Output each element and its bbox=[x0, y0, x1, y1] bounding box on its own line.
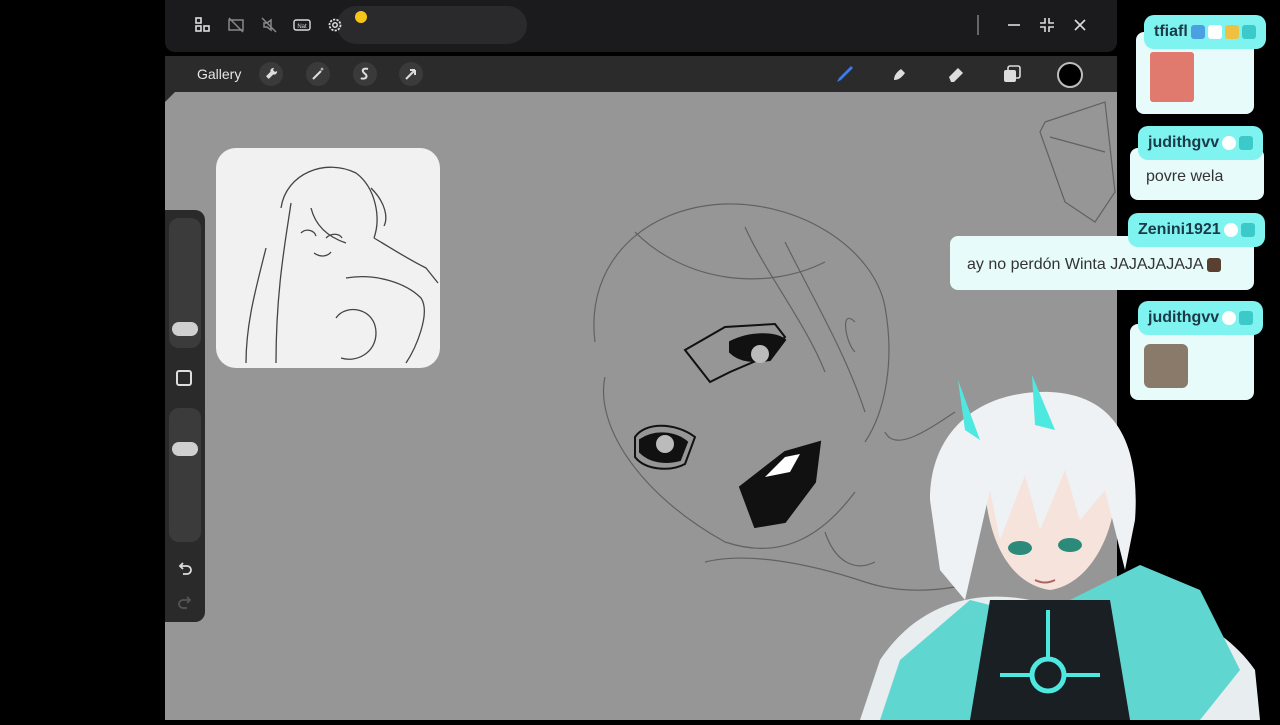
brush-size-sidebar bbox=[165, 210, 205, 622]
chat-username: Zenini1921 bbox=[1128, 213, 1265, 247]
opacity-knob[interactable] bbox=[172, 442, 198, 456]
opacity-slider[interactable] bbox=[169, 408, 201, 542]
chat-username: tfiafl bbox=[1144, 15, 1266, 49]
badge-icon bbox=[1190, 24, 1205, 39]
reference-sketch-image bbox=[245, 166, 439, 364]
mirror-window-bar: Nat bbox=[165, 0, 1117, 52]
recording-indicator bbox=[355, 11, 367, 23]
close-icon[interactable] bbox=[1070, 15, 1090, 35]
chat-text: ay no perdón Winta JAJAJAJAJA bbox=[967, 256, 1204, 273]
grid-icon[interactable] bbox=[194, 16, 212, 34]
chat-username: judithgvv bbox=[1138, 301, 1264, 335]
smudge-icon[interactable] bbox=[888, 62, 912, 86]
window-separator bbox=[977, 15, 979, 35]
badge-icon bbox=[1223, 222, 1238, 237]
chat-username: judithgvv bbox=[1138, 126, 1264, 160]
badge-icon bbox=[1241, 24, 1256, 39]
chat-username-text: Zenini1921 bbox=[1138, 221, 1221, 238]
eraser-icon[interactable] bbox=[944, 62, 968, 86]
badge-icon bbox=[1224, 24, 1239, 39]
vtuber-avatar bbox=[840, 370, 1280, 720]
svg-text:Nat: Nat bbox=[297, 24, 307, 30]
undo-icon[interactable] bbox=[174, 558, 196, 580]
chat-username-text: judithgvv bbox=[1148, 309, 1220, 326]
procreate-toolbar: Gallery bbox=[165, 56, 1117, 92]
mute-icon[interactable] bbox=[260, 16, 278, 34]
wrench-icon[interactable] bbox=[259, 62, 283, 86]
brush-size-slider[interactable] bbox=[169, 218, 201, 348]
emote-icon bbox=[1206, 257, 1221, 272]
reference-window[interactable] bbox=[216, 148, 440, 368]
gallery-button[interactable]: Gallery bbox=[197, 66, 241, 82]
screen-off-icon[interactable] bbox=[227, 16, 245, 34]
minimize-icon[interactable] bbox=[1004, 15, 1024, 35]
collapse-icon[interactable] bbox=[1037, 15, 1057, 35]
brush-icon[interactable] bbox=[833, 62, 857, 86]
redo-icon[interactable] bbox=[174, 592, 196, 614]
badge-icon bbox=[1222, 310, 1237, 325]
brush-size-knob[interactable] bbox=[172, 322, 198, 336]
chat-text: povre wela bbox=[1146, 168, 1224, 185]
nat-icon[interactable]: Nat bbox=[293, 16, 311, 34]
chat-username-text: judithgvv bbox=[1148, 134, 1220, 151]
chat-username-text: tfiafl bbox=[1154, 23, 1188, 40]
window-options-pill bbox=[337, 6, 527, 44]
modify-button[interactable] bbox=[176, 370, 192, 386]
color-picker-swatch[interactable] bbox=[1057, 62, 1083, 88]
gear-icon[interactable] bbox=[326, 16, 344, 34]
badge-icon bbox=[1240, 222, 1255, 237]
magic-wand-icon[interactable] bbox=[306, 62, 330, 86]
transform-arrow-icon[interactable] bbox=[399, 62, 423, 86]
badge-icon bbox=[1239, 135, 1254, 150]
layers-icon[interactable] bbox=[1000, 62, 1024, 86]
badge-icon bbox=[1222, 135, 1237, 150]
selection-icon[interactable] bbox=[353, 62, 377, 86]
badge-icon bbox=[1207, 24, 1222, 39]
badge-icon bbox=[1239, 310, 1254, 325]
emote-image bbox=[1150, 52, 1194, 102]
